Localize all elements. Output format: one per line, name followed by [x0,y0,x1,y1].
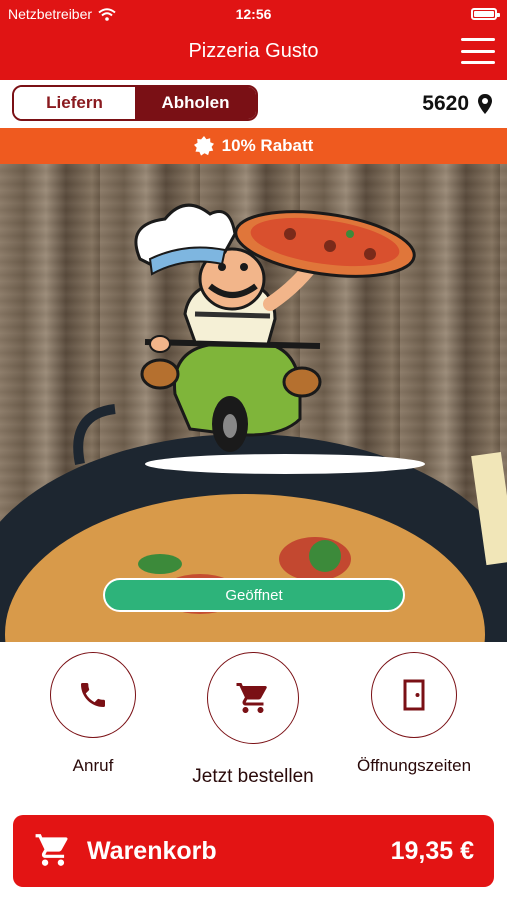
mode-bar: Liefern Abholen 5620 [0,80,507,128]
order-action[interactable]: Jetzt bestellen [192,652,314,788]
badge-icon [193,136,214,156]
cart-title: Warenkorb [87,837,217,865]
pickup-tab[interactable]: Abholen [135,87,256,119]
promo-banner: 10% Rabatt [0,128,507,164]
hours-action[interactable]: Öffnungszeiten [357,652,471,776]
deliver-tab[interactable]: Liefern [14,87,135,119]
call-button[interactable] [50,652,136,738]
hero-image: Geöffnet [0,164,507,642]
location-pin-icon [478,94,492,114]
call-label: Anruf [72,756,114,775]
cart-bar[interactable]: Warenkorb 19,35 € [13,815,494,887]
door-icon [403,679,425,711]
quick-actions: Anruf Jetzt bestellen Öffnungszeiten [0,642,507,800]
pizza-chef-illustration [0,203,507,642]
cart-icon [236,683,267,713]
battery-icon [471,8,500,20]
postcode-value: 5620 [422,92,469,115]
order-label: Jetzt bestellen [192,766,314,787]
postcode-selector[interactable]: 5620 [422,92,493,116]
cart-total: 19,35 € [390,837,474,865]
delivery-mode-toggle: Liefern Abholen [12,85,258,121]
status-bar: Netzbetreiber 12:56 [0,0,507,28]
clock: 12:56 [235,6,272,22]
page-title: Pizzeria Gusto [188,40,319,62]
cart-icon [35,834,68,866]
top-bar: Netzbetreiber 12:56 Pizzeria Gusto [0,0,507,80]
hours-label: Öffnungszeiten [356,756,472,775]
promo-text: 10% Rabatt [221,136,314,155]
app-screen: Netzbetreiber 12:56 Pizzeria Gusto Liefe… [0,0,507,900]
hours-button[interactable] [371,652,457,738]
call-action[interactable]: Anruf [49,652,137,776]
order-button[interactable] [207,652,299,744]
open-status-badge: Geöffnet [103,578,405,612]
phone-icon [81,683,105,707]
hamburger-menu-icon[interactable] [461,38,495,64]
